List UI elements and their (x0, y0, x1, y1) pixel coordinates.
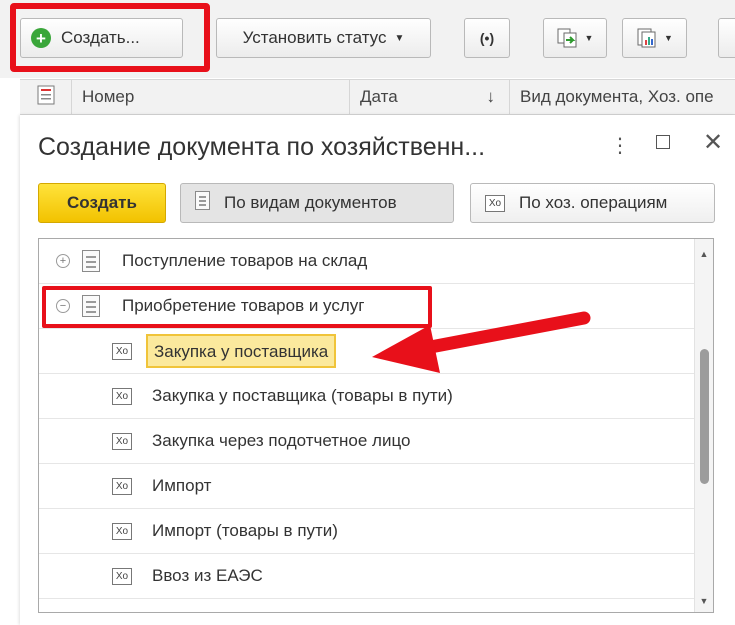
column-number[interactable]: Номер (72, 80, 350, 114)
document-icon (37, 85, 55, 110)
tree-operation-label: Ввоз из ЕАЭС (152, 566, 263, 585)
operation-icon: Xo (112, 432, 132, 450)
operation-icon: Xo (112, 387, 132, 405)
related-docs-button[interactable]: ▼ (543, 18, 607, 58)
dialog-title: Создание документа по хозяйственн... (38, 133, 486, 161)
documents-arrow-icon (557, 28, 579, 48)
print-button[interactable]: ▼ (622, 18, 687, 58)
sort-arrow-icon: ↓ (486, 87, 496, 106)
highlight-group-row (42, 286, 432, 328)
chevron-down-icon: ▼ (664, 33, 673, 43)
maximize-icon[interactable] (656, 135, 670, 149)
create-document-dialog: Создание документа по хозяйственн... ⋮ ✕… (20, 115, 735, 625)
scroll-up-icon[interactable]: ▲ (695, 249, 713, 259)
main-toolbar: + Создать... Установить статус ▼ (•) ▼ ▼ (0, 0, 735, 78)
more-icon[interactable]: ⋮ (610, 133, 630, 158)
tab-by-operations-label: По хоз. операциям (519, 193, 668, 212)
tab-by-operations[interactable]: Xo По хоз. операциям (470, 183, 715, 223)
expand-icon[interactable]: + (56, 254, 70, 268)
app-window: + Создать... Установить статус ▼ (•) ▼ ▼… (0, 0, 735, 625)
tree-operation-label: Закупка через подотчетное лицо (152, 431, 411, 450)
set-status-label: Установить статус (242, 28, 387, 47)
dialog-create-button[interactable]: Создать (38, 183, 166, 223)
vertical-scrollbar[interactable]: ▲ ▼ (694, 239, 713, 612)
tree-operation-row[interactable]: Xo Ввоз из ЕАЭС (39, 554, 694, 599)
operation-icon: Xo (112, 477, 132, 495)
tree-operation-row[interactable]: Xo Закупка через подотчетное лицо (39, 419, 694, 464)
operation-icon: Xo (112, 567, 132, 585)
more-toolbar-button[interactable] (718, 18, 735, 58)
tree-operation-row[interactable]: Xo Импорт (39, 464, 694, 509)
report-icon (636, 28, 658, 48)
tree-operation-label: Закупка у поставщика (товары в пути) (152, 386, 453, 405)
radio-wave-icon: (•) (479, 30, 495, 46)
operation-icon: Xo (112, 342, 132, 360)
tree-operation-row[interactable]: Xo Закупка у поставщика (товары в пути) (39, 374, 694, 419)
set-status-button[interactable]: Установить статус ▼ (216, 18, 431, 58)
column-icon[interactable] (20, 80, 72, 114)
tab-by-document-types-label: По видам документов (224, 193, 397, 212)
close-icon[interactable]: ✕ (703, 128, 723, 157)
scrollbar-thumb[interactable] (700, 349, 709, 484)
tree-operation-label-selected: Закупка у поставщика (146, 334, 337, 368)
tree-operation-row[interactable]: Xo Импорт (товары в пути) (39, 509, 694, 554)
operation-icon: Xo (112, 522, 132, 540)
document-icon (195, 191, 210, 215)
column-date[interactable]: Дата ↓ (350, 80, 510, 114)
tree-operation-label: Импорт (152, 476, 212, 495)
tree-group-label: Поступление товаров на склад (122, 251, 368, 270)
tree-operation-row[interactable]: Xo Закупка у поставщика (39, 329, 694, 374)
tab-by-document-types[interactable]: По видам документов (180, 183, 454, 223)
chevron-down-icon: ▼ (394, 32, 405, 44)
exchange-button[interactable]: (•) (464, 18, 510, 58)
operation-icon: Xo (485, 194, 505, 212)
list-header: Номер Дата ↓ Вид документа, Хоз. опе (20, 79, 735, 115)
chevron-down-icon: ▼ (584, 33, 594, 43)
tree-operation-label: Импорт (товары в пути) (152, 521, 338, 540)
column-date-label: Дата (360, 87, 398, 106)
scroll-down-icon[interactable]: ▼ (695, 596, 713, 606)
tree-group-row[interactable]: + Поступление товаров на склад (39, 239, 694, 284)
column-doc-kind[interactable]: Вид документа, Хоз. опе (510, 80, 735, 114)
highlight-create-button (10, 3, 210, 72)
document-icon (82, 250, 100, 272)
